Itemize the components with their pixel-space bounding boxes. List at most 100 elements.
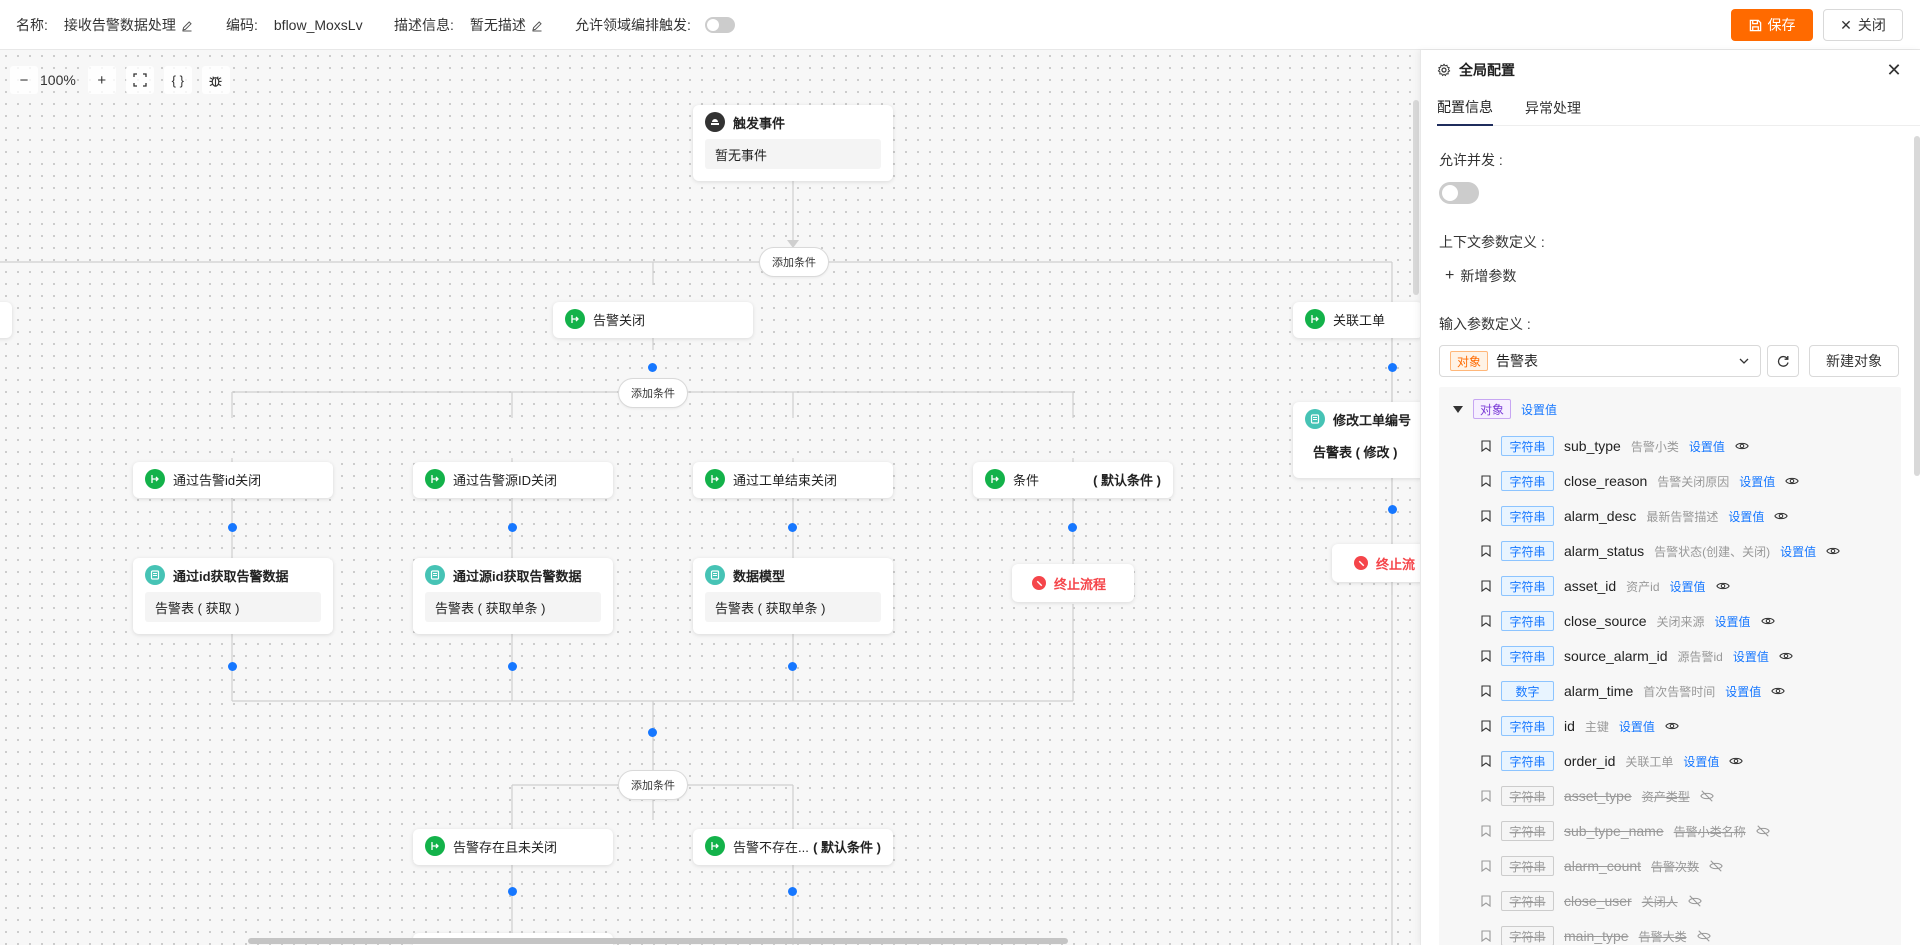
param-field-row[interactable]: 字符串 order_id 关联工单 设置值 [1481,750,1744,772]
bookmark-icon[interactable] [1481,685,1491,697]
add-param-button[interactable]: + 新增参数 [1445,266,1516,286]
allow-concurrent-toggle[interactable] [1439,182,1479,204]
set-value-link[interactable]: 设置值 [1739,473,1775,490]
add-condition-button-alarm-close[interactable]: 添加条件 [618,378,688,408]
eye-off-icon[interactable] [1700,789,1714,803]
eye-icon[interactable] [1729,754,1744,768]
flow-canvas[interactable]: − 100% + { } 触发事件 暂无事件 添加条件 告警关闭 关联工单 添加… [0,50,1420,945]
json-view-button[interactable]: { } [163,66,192,94]
bookmark-icon[interactable] [1481,580,1491,592]
fit-view-button[interactable] [125,66,154,94]
stop-flow-node[interactable]: 终止流程 [1012,564,1134,602]
param-field-row[interactable]: 字符串 main_type 告警大类 [1481,925,1711,945]
bookmark-icon[interactable] [1481,720,1491,732]
trigger-event-node[interactable]: 触发事件 暂无事件 [693,105,893,181]
set-value-link[interactable]: 设置值 [1683,753,1719,770]
connector-dot[interactable] [788,662,797,671]
param-field-row[interactable]: 字符串 sub_type_name 告警小类名称 [1481,820,1770,842]
save-button[interactable]: 保存 [1731,9,1813,41]
connector-dot[interactable] [1068,523,1077,532]
set-value-link[interactable]: 设置值 [1780,543,1816,560]
add-condition-button-merge[interactable]: 添加条件 [618,770,688,800]
param-field-row[interactable]: 字符串 alarm_status 告警状态(创建、关闭) 设置值 [1481,540,1840,562]
bookmark-icon[interactable] [1481,545,1491,557]
data-model-node[interactable]: 数据模型 告警表 ( 获取单条 ) [693,558,893,634]
debug-button[interactable] [201,66,230,94]
connector-dot[interactable] [508,662,517,671]
set-value-link[interactable]: 设置值 [1733,648,1769,665]
new-object-button[interactable]: 新建对象 [1809,345,1899,377]
param-field-row[interactable]: 字符串 alarm_desc 最新告警描述 设置值 [1481,505,1789,527]
connector-dot[interactable] [508,887,517,896]
eye-icon[interactable] [1715,579,1730,593]
bookmark-icon[interactable] [1481,615,1491,627]
set-value-link[interactable]: 设置值 [1619,718,1655,735]
param-field-row[interactable]: 字符串 close_user 关闭人 [1481,890,1702,912]
set-value-link[interactable]: 设置值 [1725,683,1761,700]
eye-icon[interactable] [1665,719,1679,733]
connector-dot[interactable] [228,523,237,532]
param-field-row[interactable]: 字符串 sub_type 告警小类 设置值 [1481,435,1749,457]
branch-related-order-node[interactable]: 关联工单 [1293,302,1420,338]
connector-dot[interactable] [228,662,237,671]
close-button[interactable]: ✕ 关闭 [1823,9,1903,41]
eye-icon[interactable] [1735,439,1749,453]
edit-name-icon[interactable] [181,19,193,32]
param-field-row[interactable]: 字符串 asset_id 资产id 设置值 [1481,575,1730,597]
param-field-row[interactable]: 字符串 id 主键 设置值 [1481,715,1679,737]
set-value-link[interactable]: 设置值 [1715,613,1751,630]
branch-alarm-close-node[interactable]: 告警关闭 [553,302,753,338]
set-value-link[interactable]: 设置值 [1670,578,1706,595]
bookmark-icon[interactable] [1481,790,1491,802]
panel-close-icon[interactable]: ✕ [1884,60,1904,80]
bookmark-icon[interactable] [1481,895,1491,907]
data-get-by-id-node[interactable]: 通过id获取告警数据 告警表 ( 获取 ) [133,558,333,634]
canvas-horizontal-scrollbar[interactable] [248,938,1068,944]
eye-icon[interactable] [1760,614,1775,628]
caret-down-icon[interactable] [1453,405,1463,413]
offscreen-branch-node[interactable] [0,302,12,338]
input-object-select[interactable]: 对象 告警表 [1439,345,1761,377]
bookmark-icon[interactable] [1481,825,1491,837]
connector-dot[interactable] [788,523,797,532]
tab-config-info[interactable]: 配置信息 [1437,90,1493,126]
bookmark-icon[interactable] [1481,755,1491,767]
modify-order-node[interactable]: 修改工单编号 告警表 ( 修改 ) [1293,402,1420,478]
bookmark-icon[interactable] [1481,475,1491,487]
connector-dot[interactable] [648,728,657,737]
condition-by-order-end-node[interactable]: 通过工单结束关闭 [693,462,893,498]
connector-dot[interactable] [788,887,797,896]
data-get-by-source-node[interactable]: 通过源id获取告警数据 告警表 ( 获取单条 ) [413,558,613,634]
eye-icon[interactable] [1774,509,1789,523]
connector-dot[interactable] [508,523,517,532]
refresh-button[interactable] [1767,345,1799,377]
canvas-vertical-scrollbar[interactable] [1413,100,1419,295]
param-field-row[interactable]: 字符串 alarm_count 告警次数 [1481,855,1723,877]
eye-off-icon[interactable] [1688,894,1702,908]
bookmark-icon[interactable] [1481,440,1491,452]
eye-icon[interactable] [1771,684,1785,698]
eye-off-icon[interactable] [1755,824,1770,838]
eye-icon[interactable] [1785,474,1800,488]
connector-dot[interactable] [1388,363,1397,372]
bookmark-icon[interactable] [1481,930,1491,942]
panel-scrollbar[interactable] [1914,136,1920,476]
stop-flow-node-right[interactable]: 终止流 [1332,544,1420,582]
eye-icon[interactable] [1826,544,1840,558]
set-value-link[interactable]: 设置值 [1521,401,1557,418]
param-field-row[interactable]: 数字 alarm_time 首次告警时间 设置值 [1481,680,1785,702]
zoom-out-button[interactable]: − [10,66,38,94]
cross-domain-toggle[interactable] [704,17,735,33]
bookmark-icon[interactable] [1481,650,1491,662]
eye-off-icon[interactable] [1709,859,1723,873]
connector-dot[interactable] [1388,505,1397,514]
set-value-link[interactable]: 设置值 [1728,508,1764,525]
tab-exception-handling[interactable]: 异常处理 [1525,90,1581,126]
set-value-link[interactable]: 设置值 [1689,438,1725,455]
param-field-row[interactable]: 字符串 close_reason 告警关闭原因 设置值 [1481,470,1800,492]
connector-dot[interactable] [648,363,657,372]
eye-icon[interactable] [1779,649,1793,663]
param-field-row[interactable]: 字符串 close_source 关闭来源 设置值 [1481,610,1775,632]
zoom-in-button[interactable]: + [87,66,116,94]
condition-default-node[interactable]: 条件 ( 默认条件 ) [973,462,1173,498]
